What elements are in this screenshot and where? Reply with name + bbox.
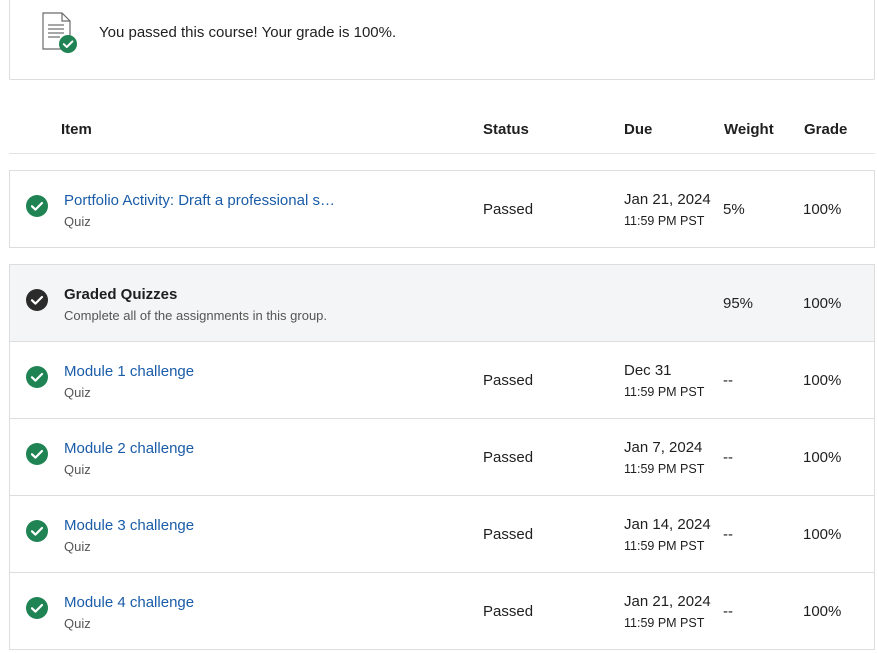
- grade-value: 100%: [803, 372, 842, 389]
- due-time: 11:59 PM PST: [624, 539, 705, 553]
- passed-check-icon: [26, 366, 48, 388]
- module-2-challenge-link[interactable]: Module 2 challenge: [64, 440, 194, 457]
- module-1-challenge-link[interactable]: Module 1 challenge: [64, 363, 194, 380]
- item-type: Quiz: [64, 214, 91, 229]
- status-text: Passed: [483, 449, 534, 466]
- status-text: Passed: [483, 603, 534, 620]
- status-text: Passed: [483, 372, 534, 389]
- weight-value: --: [723, 603, 733, 620]
- header-divider: [9, 153, 875, 154]
- item-type: Quiz: [64, 385, 91, 400]
- due-date: Jan 14, 2024: [624, 516, 711, 533]
- graded-quizzes-group: Graded Quizzes Complete all of the assig…: [9, 264, 875, 342]
- column-header-item: Item: [61, 121, 92, 138]
- column-header-grade: Grade: [804, 121, 848, 138]
- table-row: Module 4 challenge Quiz Passed Jan 21, 2…: [9, 573, 875, 650]
- document-check-icon: [42, 12, 77, 53]
- grade-value: 100%: [803, 201, 842, 218]
- due-time: 11:59 PM PST: [624, 616, 705, 630]
- grade-value: 100%: [803, 449, 842, 466]
- column-header-status: Status: [483, 121, 529, 138]
- module-3-challenge-link[interactable]: Module 3 challenge: [64, 517, 194, 534]
- group-grade: 100%: [803, 295, 842, 312]
- passed-check-icon: [26, 195, 48, 217]
- weight-value: --: [723, 526, 733, 543]
- table-row: Module 3 challenge Quiz Passed Jan 14, 2…: [9, 496, 875, 573]
- due-time: 11:59 PM PST: [624, 214, 705, 228]
- group-check-icon: [26, 289, 48, 311]
- item-type: Quiz: [64, 539, 91, 554]
- due-date: Jan 21, 2024: [624, 593, 711, 610]
- portfolio-activity-link[interactable]: Portfolio Activity: Draft a professional…: [64, 192, 335, 209]
- weight-value: --: [723, 372, 733, 389]
- table-row: Module 1 challenge Quiz Passed Dec 31 11…: [9, 342, 875, 419]
- column-header-weight: Weight: [724, 121, 774, 138]
- item-type: Quiz: [64, 616, 91, 631]
- status-text: Passed: [483, 201, 534, 218]
- grade-value: 100%: [803, 603, 842, 620]
- due-time: 11:59 PM PST: [624, 385, 705, 399]
- passed-check-icon: [26, 520, 48, 542]
- due-date: Dec 31: [624, 362, 672, 379]
- portfolio-activity-row: Portfolio Activity: Draft a professional…: [9, 170, 875, 248]
- due-date: Jan 7, 2024: [624, 439, 703, 456]
- course-passed-banner: You passed this course! Your grade is 10…: [9, 0, 875, 80]
- passed-check-icon: [26, 597, 48, 619]
- status-text: Passed: [483, 526, 534, 543]
- module-4-challenge-link[interactable]: Module 4 challenge: [64, 594, 194, 611]
- course-passed-message: You passed this course! Your grade is 10…: [99, 24, 397, 41]
- due-date: Jan 21, 2024: [624, 191, 711, 208]
- table-row: Module 2 challenge Quiz Passed Jan 7, 20…: [9, 419, 875, 496]
- group-weight: 95%: [723, 295, 754, 312]
- due-time: 11:59 PM PST: [624, 462, 705, 476]
- column-header-due: Due: [624, 121, 653, 138]
- group-title: Graded Quizzes: [64, 286, 178, 303]
- group-subtitle: Complete all of the assignments in this …: [64, 308, 328, 323]
- item-type: Quiz: [64, 462, 91, 477]
- weight-value: 5%: [723, 201, 745, 218]
- grade-value: 100%: [803, 526, 842, 543]
- passed-check-icon: [26, 443, 48, 465]
- weight-value: --: [723, 449, 733, 466]
